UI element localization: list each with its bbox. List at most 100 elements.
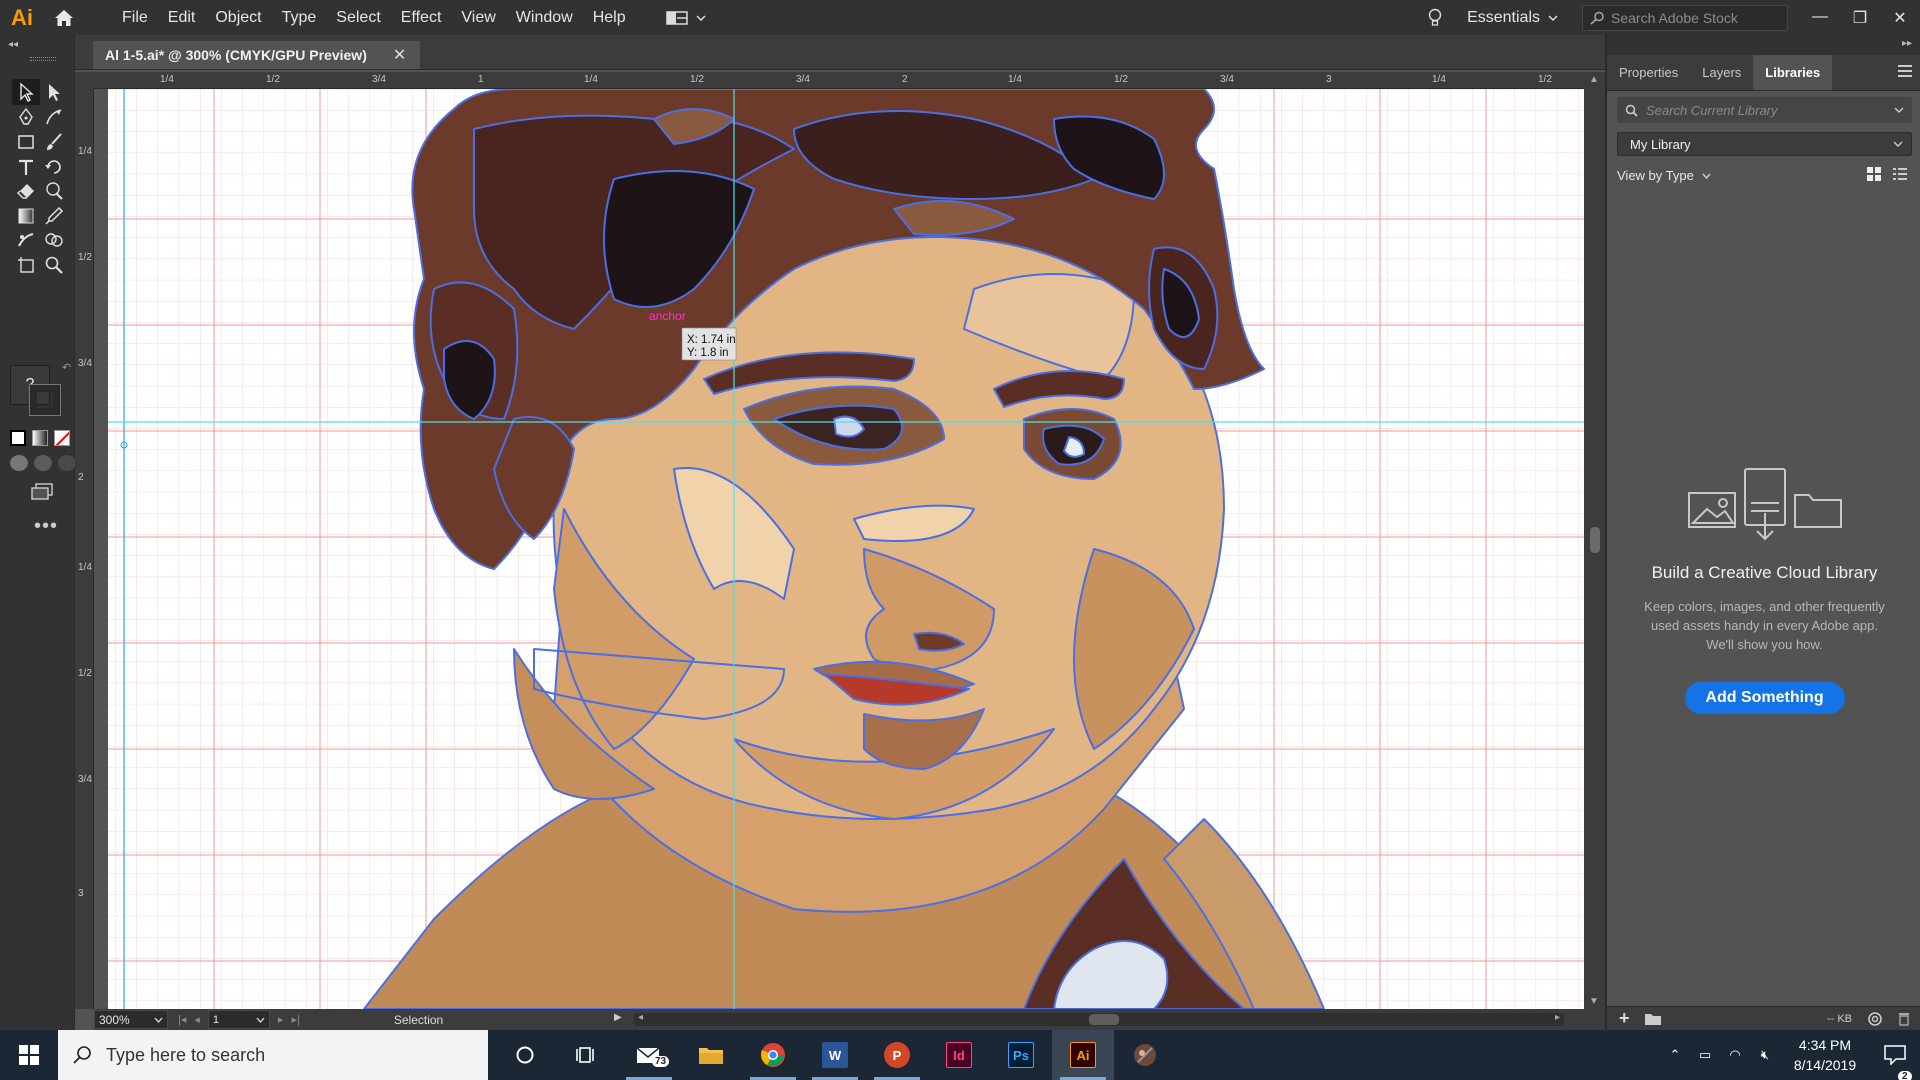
trash-icon[interactable] — [1898, 1012, 1910, 1026]
first-artboard-icon[interactable]: |◂ — [178, 1013, 186, 1026]
show-hidden-icons-icon[interactable]: ⌃ — [1660, 1047, 1690, 1063]
collapse-panel-icon[interactable]: ◂◂ — [8, 39, 18, 50]
task-view-button[interactable] — [556, 1030, 618, 1080]
none-mode-button[interactable] — [54, 430, 70, 446]
document-tab[interactable]: Al 1-5.ai* @ 300% (CMYK/GPU Preview) ✕ — [93, 41, 421, 69]
minimize-button[interactable]: — — [1800, 8, 1840, 28]
taskbar-indesign[interactable]: Id — [928, 1030, 990, 1080]
start-button[interactable] — [0, 1030, 58, 1080]
list-view-icon[interactable] — [1892, 166, 1908, 182]
workspace-switcher[interactable]: Essentials — [1467, 9, 1558, 27]
library-search-input[interactable]: Search Current Library — [1617, 97, 1912, 123]
adobe-stock-search[interactable]: Search Adobe Stock — [1582, 4, 1788, 31]
clock[interactable]: 4:34 PM 8/14/2019 — [1780, 1035, 1870, 1075]
current-tool-status[interactable]: Selection — [394, 1013, 554, 1027]
scroll-right-arrow-icon[interactable]: ▸ — [1555, 1012, 1560, 1023]
horizontal-ruler[interactable]: 1/4 1/2 3/4 1 1/4 1/2 3/4 2 1/4 1/2 3/4 … — [94, 72, 1584, 89]
cortana-button[interactable] — [494, 1030, 556, 1080]
zoom-tool[interactable] — [40, 252, 68, 278]
status-menu-arrow-icon[interactable]: ▶ — [614, 1012, 622, 1023]
paintbrush-tool[interactable] — [40, 129, 68, 155]
taskbar-illustrator[interactable]: Ai — [1052, 1030, 1114, 1080]
panel-grip[interactable] — [30, 57, 56, 61]
tab-properties[interactable]: Properties — [1607, 55, 1690, 90]
taskbar-file-explorer[interactable] — [680, 1030, 742, 1080]
direct-selection-tool[interactable] — [40, 79, 68, 105]
selection-tool[interactable] — [12, 79, 40, 105]
cloud-sync-icon[interactable] — [1866, 1011, 1884, 1026]
next-artboard-icon[interactable]: ▸ — [278, 1013, 284, 1026]
action-center-button[interactable]: 2 — [1870, 1045, 1920, 1080]
add-something-button[interactable]: Add Something — [1684, 682, 1845, 714]
horizontal-scroll-thumb[interactable] — [1089, 1014, 1119, 1025]
grid-view-icon[interactable] — [1866, 166, 1882, 182]
close-document-icon[interactable]: ✕ — [393, 45, 406, 65]
close-window-button[interactable]: ✕ — [1880, 8, 1920, 28]
eraser-tool[interactable] — [12, 178, 40, 204]
menu-object[interactable]: Object — [205, 0, 271, 35]
artboard-number-field[interactable]: 1 — [207, 1010, 270, 1029]
wifi-icon[interactable]: ◠ — [1720, 1047, 1750, 1063]
rotate-tool[interactable] — [40, 154, 68, 180]
ruler-origin[interactable] — [75, 72, 94, 89]
puppet-warp-tool[interactable] — [40, 178, 68, 204]
stroke-swatch[interactable] — [29, 384, 61, 416]
folder-icon[interactable] — [1644, 1012, 1662, 1026]
pen-tool[interactable] — [12, 104, 40, 130]
taskbar-game[interactable] — [1114, 1030, 1176, 1080]
menu-window[interactable]: Window — [506, 0, 583, 35]
canvas-area[interactable]: anchor X: 1.74 in Y: 1.8 in — [94, 89, 1584, 1009]
view-by-type-dropdown[interactable]: View by Type — [1617, 168, 1711, 183]
tab-layers[interactable]: Layers — [1690, 55, 1753, 90]
draw-normal-icon[interactable] — [10, 455, 28, 471]
curvature-tool[interactable] — [40, 104, 68, 130]
shape-builder-tool[interactable] — [40, 227, 68, 253]
swap-fill-stroke-icon[interactable]: ↶ — [62, 361, 71, 374]
menu-file[interactable]: File — [112, 0, 158, 35]
gradient-tool[interactable] — [12, 203, 40, 229]
vertical-scroll-thumb[interactable] — [1590, 527, 1600, 553]
taskbar-word[interactable]: W — [804, 1030, 866, 1080]
rectangle-tool[interactable] — [12, 129, 40, 155]
draw-inside-icon[interactable] — [58, 455, 76, 471]
fill-stroke-widget[interactable]: ? ↶ — [10, 362, 71, 423]
add-content-icon[interactable]: + — [1619, 1008, 1630, 1029]
taskbar-search-box[interactable]: Type here to search — [58, 1030, 488, 1080]
panel-menu-icon[interactable] — [1898, 65, 1912, 77]
menu-select[interactable]: Select — [326, 0, 390, 35]
menu-type[interactable]: Type — [272, 0, 327, 35]
taskbar-chrome[interactable] — [742, 1030, 804, 1080]
arrange-documents-button[interactable] — [665, 10, 706, 26]
panel-dock-header[interactable]: ▸▸ — [1607, 35, 1920, 55]
eyedropper-tool[interactable] — [40, 203, 68, 229]
lightbulb-icon[interactable] — [1415, 8, 1455, 28]
artboard[interactable]: anchor X: 1.74 in Y: 1.8 in — [94, 89, 1584, 1009]
tab-libraries[interactable]: Libraries — [1753, 55, 1833, 90]
vertical-ruler[interactable]: 1/4 1/2 3/4 2 1/4 1/2 3/4 3 — [75, 89, 94, 1009]
horizontal-scrollbar[interactable]: ◂ ▸ — [634, 1012, 1564, 1026]
symbol-sprayer-tool[interactable] — [12, 227, 40, 253]
menu-edit[interactable]: Edit — [158, 0, 206, 35]
portrait-artwork[interactable] — [363, 89, 1325, 1009]
previous-artboard-icon[interactable]: ◂ — [194, 1013, 200, 1026]
draw-behind-icon[interactable] — [34, 455, 52, 471]
restore-button[interactable]: ❐ — [1840, 8, 1880, 28]
artboard-tool[interactable] — [12, 252, 40, 278]
menu-view[interactable]: View — [451, 0, 505, 35]
taskbar-photoshop[interactable]: Ps — [990, 1030, 1052, 1080]
scroll-left-arrow-icon[interactable]: ◂ — [638, 1012, 643, 1023]
gradient-mode-button[interactable] — [32, 430, 48, 446]
edit-toolbar-icon[interactable]: ••• — [34, 515, 58, 538]
menu-help[interactable]: Help — [583, 0, 636, 35]
color-mode-button[interactable] — [10, 430, 26, 446]
battery-icon[interactable]: ▭ — [1690, 1047, 1720, 1063]
expand-panel-icon[interactable]: ▸▸ — [1902, 38, 1912, 49]
volume-muted-icon[interactable]: 🔇︎ — [1750, 1047, 1780, 1063]
home-icon[interactable] — [44, 0, 84, 35]
library-dropdown[interactable]: My Library — [1617, 132, 1912, 156]
taskbar-mail[interactable]: 73 — [618, 1030, 680, 1080]
scroll-down-arrow-icon[interactable]: ▼ — [1589, 996, 1599, 1007]
taskbar-powerpoint[interactable]: P — [866, 1030, 928, 1080]
type-tool[interactable] — [12, 154, 40, 180]
zoom-level-field[interactable]: 300% — [94, 1010, 168, 1029]
